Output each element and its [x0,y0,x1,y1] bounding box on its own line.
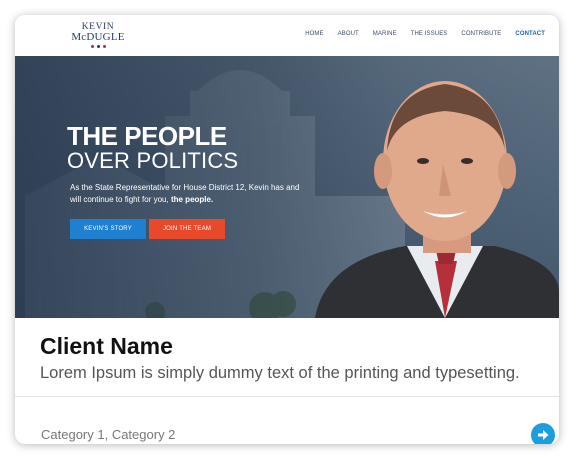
nav-about[interactable]: ABOUT [338,30,359,38]
client-description: Lorem Ipsum is simply dummy text of the … [40,364,520,382]
hero-headline: THE PEOPLE [67,121,227,151]
hero-section: THE PEOPLE OVER POLITICS As the State Re… [15,56,559,318]
site-nav: HOME ABOUT MARINE THE ISSUES CONTRIBUTE … [305,30,545,38]
kevins-story-button[interactable]: KEVIN'S STORY [70,219,146,239]
client-name: Client Name [40,333,173,359]
card-divider [15,396,559,397]
logo-dot [96,45,100,48]
logo-line-2: McDUGLE [71,31,125,43]
nav-home[interactable]: HOME [305,30,323,38]
arrow-right-icon [538,430,549,440]
logo-dot [102,45,106,48]
portfolio-card[interactable]: KEVIN McDUGLE HOME ABOUT MARINE THE ISSU… [15,15,559,444]
logo-dot [90,45,94,48]
join-the-team-button[interactable]: JOIN THE TEAM [149,219,225,239]
candidate-portrait [315,81,559,318]
hero-body-text: As the State Representative for House Di… [70,182,300,206]
logo-dots [70,45,126,48]
site-logo[interactable]: KEVIN McDUGLE [70,22,126,48]
arrow-right-circle-icon[interactable] [531,423,555,444]
hero-body-emphasis: the people. [170,195,214,204]
categories-text: Category 1, Category 2 [41,427,176,442]
nav-contact[interactable]: CONTACT [515,30,545,38]
nav-the-issues[interactable]: THE ISSUES [411,30,448,38]
site-header: KEVIN McDUGLE HOME ABOUT MARINE THE ISSU… [15,15,559,56]
nav-contribute[interactable]: CONTRIBUTE [461,30,501,38]
hero-subheadline: OVER POLITICS [67,148,239,173]
nav-marine[interactable]: MARINE [373,30,397,38]
